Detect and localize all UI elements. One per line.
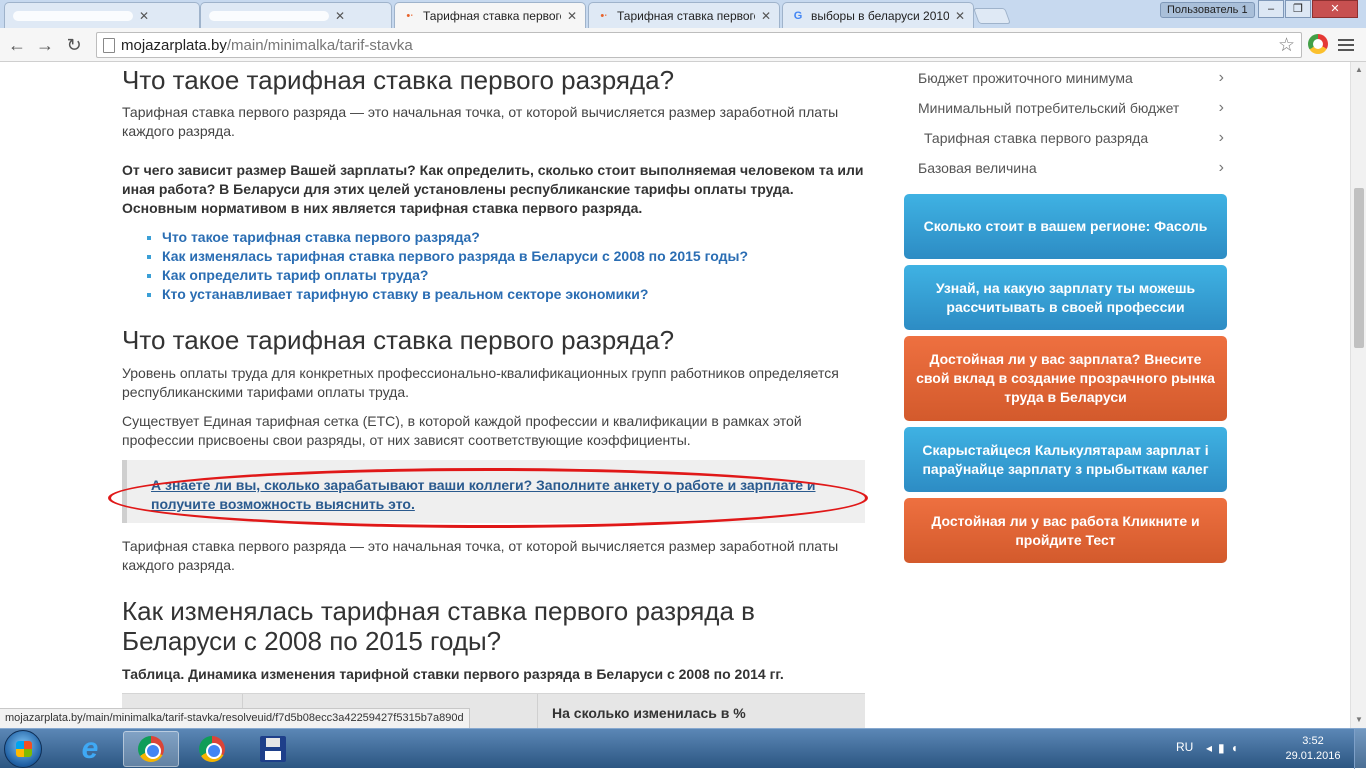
annotation-red-ellipse xyxy=(108,468,868,528)
paragraph-start-point: Тарифная ставка первого разряда — это на… xyxy=(122,538,839,573)
close-window-button[interactable]: ✕ xyxy=(1312,0,1358,18)
maximize-button[interactable]: ❐ xyxy=(1285,0,1311,18)
taskbar-save-app[interactable] xyxy=(245,731,301,767)
cta-job-test[interactable]: Достойная ли у вас работа Кликните и про… xyxy=(904,498,1227,563)
google-favicon-icon: G xyxy=(793,9,803,22)
speaker-icon[interactable]: ◖ xyxy=(1231,741,1244,755)
tab-close-icon[interactable]: ✕ xyxy=(139,9,149,23)
extension-icon[interactable] xyxy=(1308,34,1328,54)
paragraph-ets: Существует Единая тарифная сетка (ЕТС), … xyxy=(122,413,802,448)
page-viewport: Что такое тарифная ставка первого разряд… xyxy=(0,62,1350,728)
tab-close-icon[interactable]: ✕ xyxy=(567,9,577,23)
scroll-up-arrow-icon[interactable]: ▲ xyxy=(1351,62,1366,78)
table-header-change-percent: На сколько изменилась в % xyxy=(552,705,746,721)
tray-arrow-icon[interactable]: ◂ xyxy=(1206,741,1218,755)
show-desktop-button[interactable] xyxy=(1354,729,1366,769)
start-button[interactable] xyxy=(4,730,42,768)
back-arrow-icon[interactable]: ← xyxy=(6,34,28,56)
windows-taskbar: e RU ◂▮◖ 3:52 29.01.2016 xyxy=(0,728,1366,769)
sidebar-item-consumer-budget[interactable]: Минимальный потребительский бюджет › xyxy=(904,93,1228,123)
windows-logo-icon xyxy=(16,741,32,757)
lead-paragraph: От чего зависит размер Вашей зарплаты? К… xyxy=(122,162,864,216)
toc-item[interactable]: Как изменялась тарифная ставка первого р… xyxy=(162,247,922,266)
chevron-right-icon: › xyxy=(1218,99,1224,116)
site-favicon-icon: •⋅ xyxy=(600,9,608,22)
vertical-scrollbar[interactable]: ▲ ▼ xyxy=(1350,62,1366,728)
minimize-button[interactable]: – xyxy=(1258,0,1284,18)
cta-salary-survey[interactable]: Достойная ли у вас зарплата? Внесите сво… xyxy=(904,336,1227,421)
intro-paragraph: Тарифная ставка первого разряда — это на… xyxy=(122,104,839,139)
sidebar-item-label: Бюджет прожиточного минимума xyxy=(918,70,1133,86)
address-bar[interactable]: mojazarplata.by/main/minimalka/tarif-sta… xyxy=(96,32,1302,58)
tab-tarif-2[interactable]: •⋅ Тарифная ставка первого ✕ xyxy=(588,2,780,28)
reload-icon[interactable]: ↻ xyxy=(63,34,85,56)
cta-region-price[interactable]: Сколько стоит в вашем регионе: Фасоль xyxy=(904,194,1227,259)
browser-titlebar: ✕ ✕ •⋅ Тарифная ставка первого ✕ •⋅ Тари… xyxy=(0,0,1366,28)
language-indicator[interactable]: RU xyxy=(1176,740,1193,754)
chevron-right-icon: › xyxy=(1218,69,1224,86)
tab-redacted-2[interactable]: ✕ xyxy=(200,2,392,28)
site-favicon-icon: •⋅ xyxy=(406,9,414,22)
tab-google-search[interactable]: G выборы в беларуси 2010 ✕ xyxy=(782,2,974,28)
sidebar-item-label: Тарифная ставка первого разряда xyxy=(924,130,1149,146)
toc-link[interactable]: Как определить тариф оплаты труда? xyxy=(162,267,429,283)
sidebar-item-budget-minimum[interactable]: Бюджет прожиточного минимума › xyxy=(904,63,1228,93)
sidebar-item-label: Базовая величина xyxy=(918,160,1037,176)
tab-close-icon[interactable]: ✕ xyxy=(335,9,345,23)
table-divider xyxy=(537,694,538,728)
chevron-right-icon: › xyxy=(1218,159,1224,176)
clock-date: 29.01.2016 xyxy=(1285,750,1341,762)
link-status-bubble: mojazarplata.by/main/minimalka/tarif-sta… xyxy=(0,708,470,728)
toc-link[interactable]: Что такое тарифная ставка первого разряд… xyxy=(162,229,480,245)
chrome-menu-icon[interactable] xyxy=(1338,36,1354,52)
toc-item[interactable]: Что такое тарифная ставка первого разряд… xyxy=(162,228,922,247)
tab-tarif-active[interactable]: •⋅ Тарифная ставка первого ✕ xyxy=(394,2,586,28)
taskbar-chrome-profile[interactable] xyxy=(184,731,240,767)
clock-time: 3:52 xyxy=(1302,735,1324,747)
chevron-right-icon: › xyxy=(1218,129,1224,146)
table-of-contents: Что такое тарифная ставка первого разряд… xyxy=(162,228,922,304)
page-icon xyxy=(103,38,115,53)
toc-item[interactable]: Как определить тариф оплаты труда? xyxy=(162,266,922,285)
chrome-icon xyxy=(199,736,225,762)
tab-title: Тарифная ставка первого xyxy=(423,8,561,23)
scroll-down-arrow-icon[interactable]: ▼ xyxy=(1351,712,1366,728)
cta-salary-calculator[interactable]: Скарыстайцеся Калькулятарам зарплат і па… xyxy=(904,427,1227,492)
tab-close-icon[interactable]: ✕ xyxy=(761,9,771,23)
section-heading-dynamics: Как изменялась тарифная ставка первого р… xyxy=(122,596,755,656)
toc-link[interactable]: Кто устанавливает тарифную ставку в реал… xyxy=(162,286,648,302)
internet-explorer-icon: e xyxy=(81,732,99,765)
redacted-tab-title xyxy=(13,10,133,21)
toc-link[interactable]: Как изменялась тарифная ставка первого р… xyxy=(162,248,748,264)
paragraph-tariffs: Уровень оплаты труда для конкретных проф… xyxy=(122,365,839,400)
toc-item[interactable]: Кто устанавливает тарифную ставку в реал… xyxy=(162,285,922,304)
address-url[interactable]: mojazarplata.by/main/minimalka/tarif-sta… xyxy=(121,37,413,54)
scrollbar-thumb[interactable] xyxy=(1354,188,1364,348)
tab-title: выборы в беларуси 2010 xyxy=(811,8,949,23)
system-clock[interactable]: 3:52 29.01.2016 xyxy=(1284,734,1342,764)
user-profile-badge[interactable]: Пользователь 1 xyxy=(1160,2,1255,18)
forward-arrow-icon[interactable]: → xyxy=(34,34,56,56)
new-tab-button[interactable] xyxy=(973,8,1011,24)
article-heading: Что такое тарифная ставка первого разряд… xyxy=(122,65,675,95)
sidebar-item-label: Минимальный потребительский бюджет xyxy=(918,100,1180,116)
taskbar-chrome-active[interactable] xyxy=(123,731,179,767)
section-heading: Что такое тарифная ставка первого разряд… xyxy=(122,325,675,355)
tab-close-icon[interactable]: ✕ xyxy=(955,9,965,23)
sidebar-item-tariff-rate[interactable]: Тарифная ставка первого разряда › xyxy=(904,123,1228,153)
floppy-disk-icon xyxy=(260,736,286,762)
redacted-tab-title xyxy=(209,10,329,21)
bookmark-star-icon[interactable]: ☆ xyxy=(1278,34,1295,57)
tab-redacted-1[interactable]: ✕ xyxy=(4,2,200,28)
table-caption: Таблица. Динамика изменения тарифной ста… xyxy=(122,666,784,682)
cta-salary-profession[interactable]: Узнай, на какую зарплату ты можешь рассч… xyxy=(904,265,1227,330)
browser-toolbar: ← → ↻ mojazarplata.by/main/minimalka/tar… xyxy=(0,28,1366,62)
sidebar-item-base-value[interactable]: Базовая величина › xyxy=(904,153,1228,183)
tab-title: Тарифная ставка первого xyxy=(617,8,755,23)
system-tray-icons[interactable]: ◂▮◖ xyxy=(1206,741,1244,755)
taskbar-internet-explorer[interactable]: e xyxy=(62,731,118,767)
chrome-icon xyxy=(138,736,164,762)
network-icon[interactable]: ▮ xyxy=(1218,741,1231,755)
